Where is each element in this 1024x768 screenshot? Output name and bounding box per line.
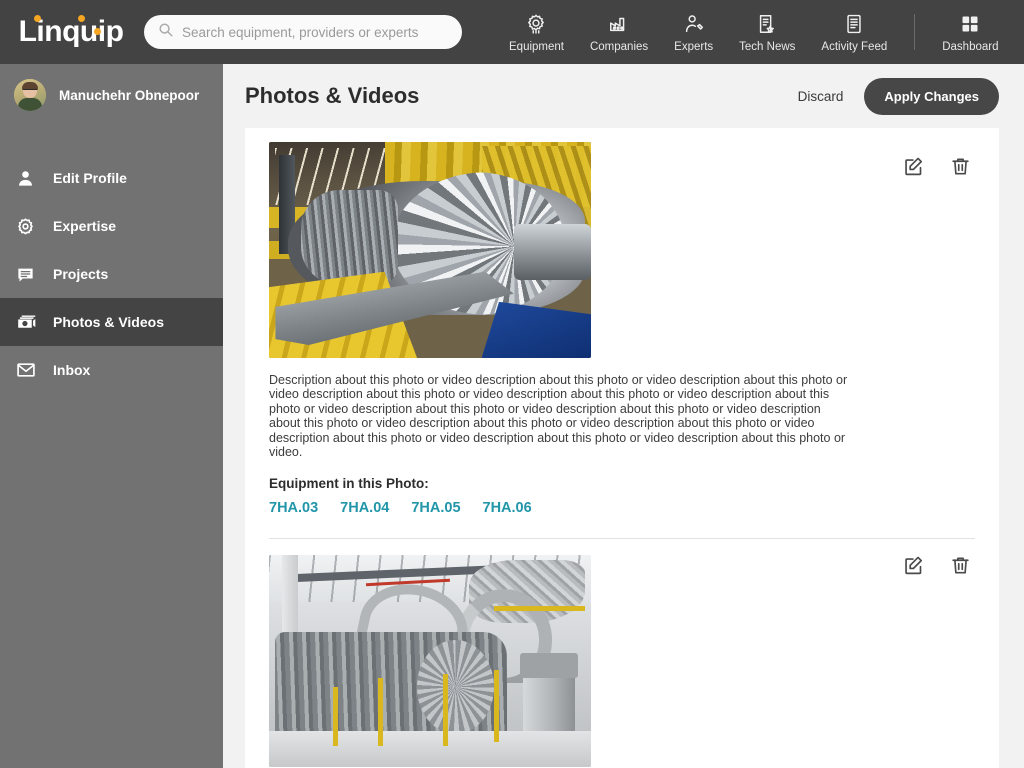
nav-item-tech-news[interactable]: Tech News xyxy=(726,0,808,64)
person-icon xyxy=(16,169,42,188)
sidebar-item-label: Expertise xyxy=(53,218,117,234)
logo-dot-icon xyxy=(94,28,101,35)
nav-label: Tech News xyxy=(739,40,796,53)
discard-button[interactable]: Discard xyxy=(798,89,844,104)
sidebar-item-expertise[interactable]: Expertise xyxy=(0,202,223,250)
page-title: Photos & Videos xyxy=(245,83,420,108)
search-box[interactable] xyxy=(144,15,462,49)
media-item-actions xyxy=(903,156,971,177)
sidebar-item-projects[interactable]: Projects xyxy=(0,250,223,298)
news-document-star-icon xyxy=(756,12,778,36)
media-photo[interactable] xyxy=(269,555,591,768)
edit-pencil-icon[interactable] xyxy=(903,555,924,576)
sidebar-item-edit-profile[interactable]: Edit Profile xyxy=(0,154,223,202)
nav-divider xyxy=(914,14,916,50)
search-input[interactable] xyxy=(182,24,448,40)
main-content: Photos & Videos Discard Apply Changes De… xyxy=(223,64,1024,768)
trash-icon[interactable] xyxy=(950,555,971,576)
media-card: Description about this photo or video de… xyxy=(245,128,999,768)
sidebar-user-name: Manuchehr Obnepoor xyxy=(59,87,200,103)
equipment-tag[interactable]: 7HA.06 xyxy=(483,500,532,516)
nav-label: Experts xyxy=(674,40,714,53)
media-item-actions xyxy=(903,555,971,576)
factory-icon xyxy=(608,12,630,36)
nav-label: Dashboard xyxy=(942,40,999,53)
photos-videos-icon xyxy=(16,312,42,333)
gear-icon xyxy=(16,217,42,236)
logo-text: Linquip xyxy=(18,15,124,48)
linquip-logo[interactable]: Linquip xyxy=(16,15,126,48)
logo-dot-icon xyxy=(78,15,85,22)
envelope-icon xyxy=(16,360,42,380)
edit-pencil-icon[interactable] xyxy=(903,156,924,177)
search-icon xyxy=(158,22,173,42)
equipment-section-title: Equipment in this Photo: xyxy=(269,476,429,492)
header-actions: Discard Apply Changes xyxy=(798,77,999,115)
page-header: Photos & Videos Discard Apply Changes xyxy=(223,64,1024,128)
media-description: Description about this photo or video de… xyxy=(269,373,848,460)
nav-item-companies[interactable]: Companies xyxy=(577,0,661,64)
nav-label: Companies xyxy=(589,40,649,53)
media-item: Description about this photo or video de… xyxy=(245,142,999,516)
sidebar-item-inbox[interactable]: Inbox xyxy=(0,346,223,394)
equipment-tag[interactable]: 7HA.05 xyxy=(411,500,460,516)
top-navigation-bar: Linquip Equipment xyxy=(0,0,1024,64)
nav-item-equipment[interactable]: Equipment xyxy=(496,0,577,64)
trash-icon[interactable] xyxy=(950,156,971,177)
sidebar-item-label: Projects xyxy=(53,266,109,282)
grid-dashboard-icon xyxy=(960,12,980,36)
sidebar-item-label: Photos & Videos xyxy=(53,314,164,330)
nav-label: Activity Feed xyxy=(821,40,888,53)
gear-equipment-icon xyxy=(525,12,547,36)
sidebar-item-photos-videos[interactable]: Photos & Videos xyxy=(0,298,223,346)
media-divider xyxy=(269,538,975,540)
board-icon xyxy=(16,265,42,284)
nav-label: Equipment xyxy=(509,40,564,53)
apply-changes-button[interactable]: Apply Changes xyxy=(864,77,999,115)
sidebar: Manuchehr Obnepoor Edit Profile Expertis… xyxy=(0,64,223,768)
sidebar-item-label: Inbox xyxy=(53,362,91,378)
nav-item-dashboard[interactable]: Dashboard xyxy=(929,0,1011,64)
equipment-tag-list: 7HA.03 7HA.04 7HA.05 7HA.06 xyxy=(269,500,975,516)
equipment-tag[interactable]: 7HA.04 xyxy=(340,500,389,516)
avatar xyxy=(14,79,46,111)
media-photo[interactable] xyxy=(269,142,591,358)
logo-dot-icon xyxy=(34,15,41,22)
nav-item-activity-feed[interactable]: Activity Feed xyxy=(808,0,900,64)
activity-list-icon xyxy=(843,12,865,36)
nav-item-experts[interactable]: Experts xyxy=(661,0,726,64)
sidebar-nav: Edit Profile Expertise Projects Photos &… xyxy=(0,154,223,394)
sidebar-user[interactable]: Manuchehr Obnepoor xyxy=(0,64,223,126)
top-nav-items: Equipment Companies Experts Tech News Ac… xyxy=(496,0,1012,64)
equipment-tag[interactable]: 7HA.03 xyxy=(269,500,318,516)
media-item: https://youtu.be/67MvXng3DbA xyxy=(245,555,999,768)
expert-person-icon xyxy=(683,12,705,36)
sidebar-item-label: Edit Profile xyxy=(53,170,127,186)
